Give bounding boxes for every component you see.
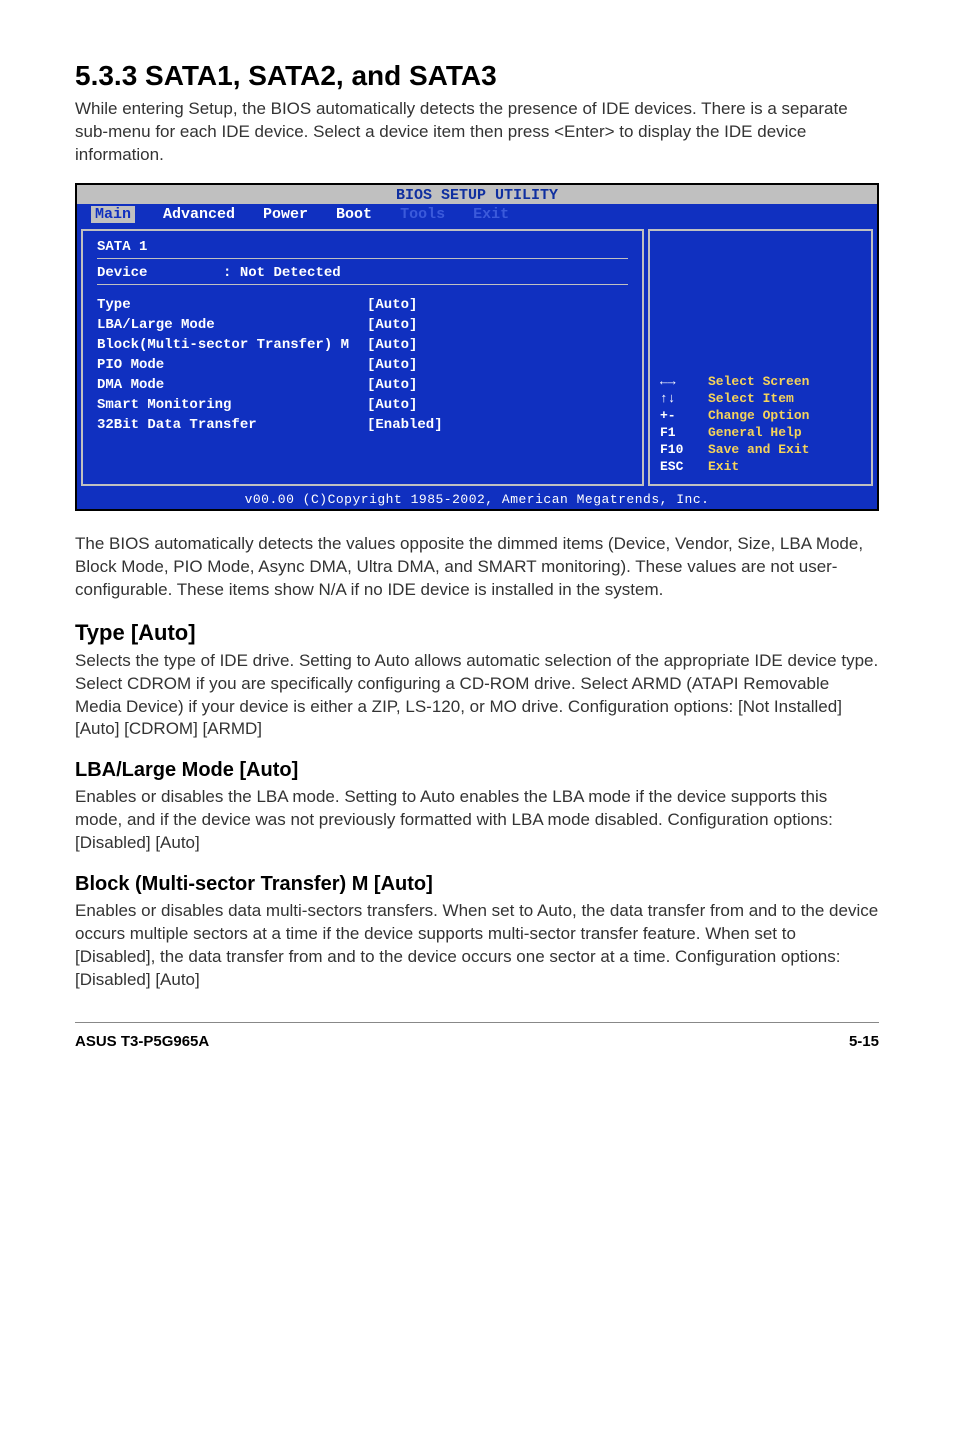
bios-option-label: LBA/Large Mode — [97, 317, 367, 333]
bios-option-value: [Enabled] — [367, 417, 443, 433]
bios-option-label: DMA Mode — [97, 377, 367, 393]
bios-help-desc: General Help — [708, 425, 802, 440]
bios-help-row: ↑↓ Select Item — [660, 391, 861, 406]
bios-option-label: Block(Multi-sector Transfer) M — [97, 337, 367, 353]
bios-option-value: [Auto] — [367, 377, 417, 393]
lba-paragraph: Enables or disables the LBA mode. Settin… — [75, 786, 879, 855]
bios-menu-exit[interactable]: Exit — [473, 206, 509, 223]
auto-detect-paragraph: The BIOS automatically detects the value… — [75, 533, 879, 602]
bios-body: SATA 1 Device : Not Detected Type [Auto]… — [77, 225, 877, 490]
bios-option-label: Smart Monitoring — [97, 397, 367, 413]
bios-title: BIOS SETUP UTILITY — [77, 185, 877, 204]
bios-menu-bar: Main Advanced Power Boot Tools Exit — [77, 204, 877, 225]
bios-menu-main[interactable]: Main — [91, 206, 135, 223]
block-paragraph: Enables or disables data multi-sectors t… — [75, 900, 879, 992]
bios-option-block[interactable]: Block(Multi-sector Transfer) M [Auto] — [97, 337, 628, 353]
bios-option-value: [Auto] — [367, 337, 417, 353]
bios-help-row: F10 Save and Exit — [660, 442, 861, 457]
lba-heading: LBA/Large Mode [Auto] — [75, 759, 879, 782]
bios-option-label: PIO Mode — [97, 357, 367, 373]
bios-help-row: +- Change Option — [660, 408, 861, 423]
page-footer: ASUS T3-P5G965A 5-15 — [75, 1022, 879, 1050]
bios-help-desc: Select Item — [708, 391, 794, 406]
bios-option-value: [Auto] — [367, 317, 417, 333]
bios-right-panel: ←→ Select Screen ↑↓ Select Item +- Chang… — [648, 229, 873, 486]
bios-device-label: Device — [97, 265, 147, 281]
footer-page: 5-15 — [849, 1033, 879, 1050]
bios-help-desc: Change Option — [708, 408, 809, 423]
bios-help-row: ESC Exit — [660, 459, 861, 474]
bios-option-pio[interactable]: PIO Mode [Auto] — [97, 357, 628, 373]
type-heading: Type [Auto] — [75, 620, 879, 646]
bios-help-spacer — [660, 239, 861, 374]
bios-option-value: [Auto] — [367, 397, 417, 413]
bios-option-lba[interactable]: LBA/Large Mode [Auto] — [97, 317, 628, 333]
bios-footer: v00.00 (C)Copyright 1985-2002, American … — [77, 490, 877, 509]
bios-option-smart[interactable]: Smart Monitoring [Auto] — [97, 397, 628, 413]
bios-help-desc: Save and Exit — [708, 442, 809, 457]
bios-option-32bit[interactable]: 32Bit Data Transfer [Enabled] — [97, 417, 628, 433]
bios-option-value: [Auto] — [367, 297, 417, 313]
bios-help-key: +- — [660, 408, 708, 423]
bios-help-key: F1 — [660, 425, 708, 440]
type-paragraph: Selects the type of IDE drive. Setting t… — [75, 650, 879, 742]
bios-left-panel: SATA 1 Device : Not Detected Type [Auto]… — [81, 229, 644, 486]
bios-help-key: ESC — [660, 459, 708, 474]
bios-option-type[interactable]: Type [Auto] — [97, 297, 628, 313]
bios-device-row: Device : Not Detected — [97, 265, 628, 285]
bios-help-desc: Select Screen — [708, 374, 809, 389]
page-content: 5.3.3 SATA1, SATA2, and SATA3 While ente… — [0, 0, 954, 1090]
bios-device-value: : Not Detected — [223, 265, 341, 281]
footer-product: ASUS T3-P5G965A — [75, 1033, 209, 1050]
section-intro: While entering Setup, the BIOS automatic… — [75, 98, 879, 167]
bios-screenshot: BIOS SETUP UTILITY Main Advanced Power B… — [75, 183, 879, 511]
bios-option-label: 32Bit Data Transfer — [97, 417, 367, 433]
block-heading: Block (Multi-sector Transfer) M [Auto] — [75, 873, 879, 896]
bios-help-key: ←→ — [660, 374, 708, 389]
bios-option-label: Type — [97, 297, 367, 313]
bios-help-row: F1 General Help — [660, 425, 861, 440]
bios-help-key: ↑↓ — [660, 391, 708, 406]
bios-menu-advanced[interactable]: Advanced — [163, 206, 235, 223]
bios-sata-header: SATA 1 — [97, 239, 628, 259]
bios-help-key: F10 — [660, 442, 708, 457]
bios-help-desc: Exit — [708, 459, 739, 474]
section-heading: 5.3.3 SATA1, SATA2, and SATA3 — [75, 60, 879, 92]
bios-help-row: ←→ Select Screen — [660, 374, 861, 389]
bios-option-dma[interactable]: DMA Mode [Auto] — [97, 377, 628, 393]
bios-menu-boot[interactable]: Boot — [336, 206, 372, 223]
bios-menu-power[interactable]: Power — [263, 206, 308, 223]
bios-option-value: [Auto] — [367, 357, 417, 373]
bios-menu-tools[interactable]: Tools — [400, 206, 445, 223]
